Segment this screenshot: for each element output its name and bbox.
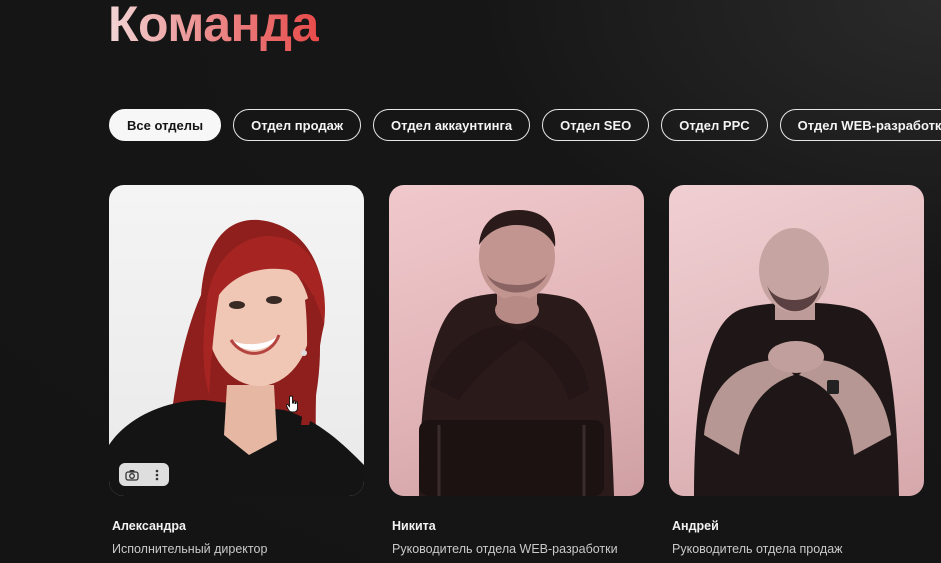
team-cards: Александра Исполнительный директор Никит… (109, 185, 924, 556)
filter-accounting[interactable]: Отдел аккаунтинга (373, 109, 531, 141)
department-filters: Все отделы Отдел продаж Отдел аккаунтинг… (109, 109, 941, 141)
team-member-photo[interactable] (389, 185, 644, 496)
section-title: Команда (108, 0, 319, 54)
portrait-man-seated-illustration (419, 210, 614, 496)
filter-seo[interactable]: Отдел SEO (542, 109, 650, 141)
filter-web-development[interactable]: Отдел WEB-разработки (779, 109, 941, 141)
team-member-photo[interactable] (669, 185, 924, 496)
filter-sales[interactable]: Отдел продаж (233, 109, 362, 141)
team-member-name: Никита (392, 519, 436, 533)
team-member-role: Руководитель отдела WEB-разработки (392, 542, 618, 556)
team-member-role: Руководитель отдела продаж (672, 542, 843, 556)
team-member-name: Александра (112, 519, 186, 533)
team-member-name: Андрей (672, 519, 719, 533)
portrait-woman-illustration (109, 219, 364, 496)
filter-ppc[interactable]: Отдел PPC (661, 109, 768, 141)
team-card[interactable]: Никита Руководитель отдела WEB-разработк… (389, 185, 644, 556)
team-card[interactable]: Александра Исполнительный директор (109, 185, 364, 556)
team-member-photo[interactable] (109, 185, 364, 496)
more-vertical-icon[interactable] (148, 466, 166, 484)
image-tools (119, 463, 169, 486)
portrait-man-bald-illustration (694, 228, 899, 496)
team-card[interactable]: Андрей Руководитель отдела продаж (669, 185, 924, 556)
hand-pointer-cursor-icon (286, 395, 298, 413)
filter-all-departments[interactable]: Все отделы (109, 109, 222, 141)
team-section: Команда Все отделы Отдел продаж Отдел ак… (0, 0, 941, 563)
team-member-role: Исполнительный директор (112, 542, 268, 556)
camera-search-icon[interactable] (123, 466, 141, 484)
